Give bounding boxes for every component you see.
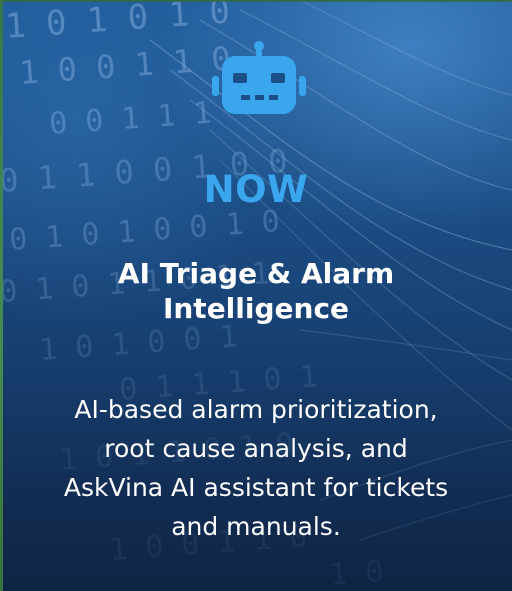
card-description-line: and manuals. [171,512,341,541]
card-description-line: AI-based alarm prioritization, [74,395,438,424]
card-description-line: AskVina AI assistant for tickets [63,473,449,502]
card-title-line: AI Triage & Alarm [117,257,395,290]
feature-card: 1 0 1 0 1 0 1 0 0 1 1 0 0 0 1 1 1 0 1 1 … [0,0,512,591]
svg-text:0 1 0 1 0 0 1 0: 0 1 0 1 0 0 1 0 [8,204,281,258]
card-description: AI-based alarm prioritization, root caus… [20,390,492,546]
svg-text:1 0 1 0 1 0: 1 0 1 0 1 0 [4,0,231,47]
svg-text:0 0 1 1 1: 0 0 1 1 1 [48,96,213,142]
card-title-line: Intelligence [162,292,350,325]
card-title: AI Triage & Alarm Intelligence [40,256,472,326]
stage-label: NOW [203,168,309,211]
svg-text:1 0 0 1 1 0: 1 0 0 1 1 0 [18,39,232,92]
svg-text:1 0 1 0 0 1: 1 0 1 0 0 1 [38,319,239,368]
card-description-line: root cause analysis, and [104,434,408,463]
robot-icon [212,41,306,114]
svg-text:1 0: 1 0 [328,554,384,591]
top-edge-accent [0,0,512,2]
left-edge-accent [0,0,3,591]
